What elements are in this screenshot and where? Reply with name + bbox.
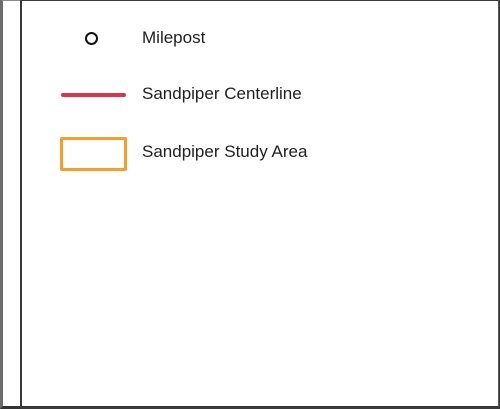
- legend-border: [20, 0, 500, 409]
- legend-item-study-area: Sandpiper Study Area: [3, 132, 483, 172]
- study-area-rectangle-icon: [60, 137, 127, 171]
- legend-label-milepost: Milepost: [142, 28, 206, 47]
- legend-item-milepost: Milepost: [3, 18, 483, 58]
- map-legend: Milepost Sandpiper Centerline Sandpiper …: [0, 0, 500, 409]
- legend-label-centerline: Sandpiper Centerline: [142, 84, 302, 103]
- centerline-line-icon: [61, 93, 126, 97]
- legend-label-study-area: Sandpiper Study Area: [142, 142, 308, 161]
- legend-item-centerline: Sandpiper Centerline: [3, 74, 483, 114]
- milepost-circle-icon: [85, 32, 98, 45]
